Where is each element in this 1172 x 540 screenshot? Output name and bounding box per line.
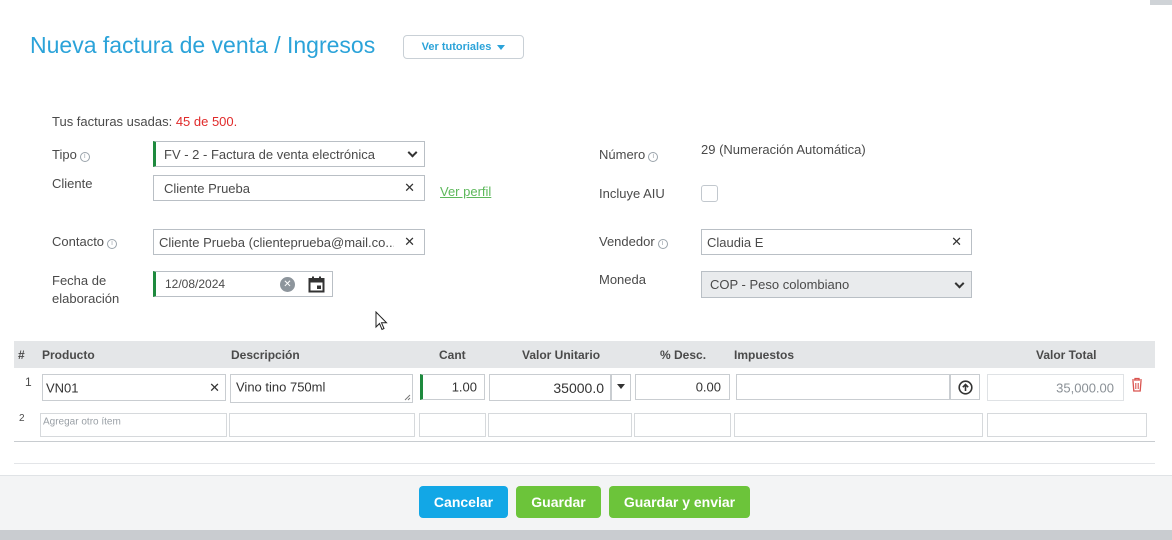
descripcion-value: Vino tino 750ml xyxy=(236,379,326,395)
numero-label-wrap: Número i xyxy=(599,147,659,162)
valor-unitario-value: 35000.0 xyxy=(553,379,604,396)
bottom-scrollbar[interactable] xyxy=(0,530,1172,540)
info-icon: i xyxy=(79,152,90,162)
fecha-label: Fecha de elaboración xyxy=(52,272,119,308)
new-item-descuento[interactable] xyxy=(634,413,731,437)
cliente-label: Cliente xyxy=(52,176,93,191)
col-impuestos: Impuestos xyxy=(734,348,795,362)
clear-icon[interactable]: ✕ xyxy=(404,180,415,196)
impuestos-add-button[interactable] xyxy=(950,374,980,400)
col-descripcion: Descripción xyxy=(231,348,300,362)
descripcion-field[interactable]: Vino tino 750ml xyxy=(230,374,413,403)
cant-value: 1.00 xyxy=(451,379,477,395)
col-producto: Producto xyxy=(42,348,95,362)
col-valor-total: Valor Total xyxy=(1036,348,1097,362)
aiu-checkbox[interactable] xyxy=(701,185,718,202)
row-number: 1 xyxy=(25,375,32,389)
tutorials-label: Ver tutoriales xyxy=(421,41,492,53)
descuento-value: 0.00 xyxy=(695,379,721,395)
tutorials-button[interactable]: Ver tutoriales xyxy=(403,35,524,59)
col-num: # xyxy=(18,348,25,362)
vendedor-field[interactable]: Claudia E ✕ xyxy=(701,229,972,255)
numero-label: Número xyxy=(599,147,646,162)
cliente-field[interactable]: Cliente Prueba ✕ xyxy=(153,175,425,201)
contacto-field[interactable]: Cliente Prueba (clienteprueba@mail.co...… xyxy=(153,229,425,255)
usage-label: Tus facturas usadas: xyxy=(52,114,173,129)
producto-field[interactable]: VN01 ✕ xyxy=(42,374,226,401)
moneda-label: Moneda xyxy=(599,272,646,287)
new-item-valor-total[interactable] xyxy=(987,413,1147,437)
ver-perfil-link[interactable]: Ver perfil xyxy=(440,184,491,199)
contacto-label: Contacto xyxy=(52,234,105,249)
tipo-label: Tipo xyxy=(52,147,77,162)
clear-date-icon[interactable]: ✕ xyxy=(280,277,295,292)
descuento-field[interactable]: 0.00 xyxy=(635,374,730,400)
col-cant: Cant xyxy=(439,348,466,362)
new-item-cant[interactable] xyxy=(419,413,486,437)
col-desc: % Desc. xyxy=(660,348,707,362)
chevron-down-icon xyxy=(954,278,965,289)
info-icon: i xyxy=(657,239,668,249)
valor-unitario-field[interactable]: 35000.0 xyxy=(489,374,611,401)
valor-total-field: 35,000.00 xyxy=(987,374,1124,401)
vendedor-label: Vendedor xyxy=(599,234,655,249)
new-item-valor-unitario[interactable] xyxy=(488,413,632,437)
caret-down-icon xyxy=(617,384,625,389)
contacto-label-wrap: Contacto i xyxy=(52,234,118,249)
save-and-send-button[interactable]: Guardar y enviar xyxy=(609,486,750,518)
new-item-impuestos[interactable] xyxy=(734,413,983,437)
save-button[interactable]: Guardar xyxy=(516,486,601,518)
fecha-label-line2: elaboración xyxy=(52,291,120,306)
invoice-page: Nueva factura de venta / Ingresos Ver tu… xyxy=(0,0,1172,540)
mouse-cursor-icon xyxy=(375,311,388,331)
resize-handle-icon[interactable] xyxy=(404,394,411,401)
table-bottom-border xyxy=(14,441,1155,442)
fecha-value: 12/08/2024 xyxy=(165,277,226,291)
contacto-value: Cliente Prueba (clienteprueba@mail.co... xyxy=(159,234,394,250)
info-icon: i xyxy=(107,239,118,249)
cliente-value: Cliente Prueba xyxy=(164,180,250,196)
vendedor-label-wrap: Vendedor i xyxy=(599,234,668,249)
aiu-label: Incluye AIU xyxy=(599,186,665,201)
cancel-button[interactable]: Cancelar xyxy=(419,486,508,518)
col-valor-unitario: Valor Unitario xyxy=(522,348,601,362)
cant-field[interactable]: 1.00 xyxy=(420,374,485,400)
fecha-label-line1: Fecha de xyxy=(52,273,107,288)
tipo-value: FV - 2 - Factura de venta electrónica xyxy=(164,146,375,162)
scrollbar-corner xyxy=(1150,0,1172,5)
moneda-select[interactable]: COP - Peso colombiano xyxy=(701,271,972,298)
tipo-select[interactable]: FV - 2 - Factura de venta electrónica xyxy=(153,141,425,167)
price-list-dropdown[interactable] xyxy=(611,374,631,401)
arrow-up-circle-icon xyxy=(958,380,973,395)
row-number: 2 xyxy=(19,413,25,424)
info-icon: i xyxy=(648,152,659,162)
fecha-field[interactable]: 12/08/2024 ✕ xyxy=(153,271,333,297)
valor-total-value: 35,000.00 xyxy=(1056,380,1114,395)
caret-down-icon xyxy=(497,44,506,50)
numero-value: 29 (Numeración Automática) xyxy=(701,142,866,157)
clear-icon[interactable]: ✕ xyxy=(209,380,220,396)
clear-icon[interactable]: ✕ xyxy=(951,234,962,250)
chevron-down-icon xyxy=(407,147,418,158)
tipo-label-wrap: Tipo i xyxy=(52,147,90,162)
new-item-producto[interactable]: Agregar otro ítem xyxy=(40,413,227,437)
producto-value: VN01 xyxy=(46,380,79,395)
section-divider xyxy=(14,463,1155,464)
clear-icon[interactable]: ✕ xyxy=(404,234,415,250)
new-item-placeholder: Agregar otro ítem xyxy=(43,416,121,428)
items-table-header: # Producto Descripción Cant Valor Unitar… xyxy=(14,341,1155,368)
vendedor-value: Claudia E xyxy=(707,234,764,250)
impuestos-field[interactable] xyxy=(736,374,950,400)
usage-value: 45 de 500. xyxy=(175,114,238,129)
new-item-descripcion[interactable] xyxy=(229,413,415,437)
trash-icon[interactable] xyxy=(1131,377,1143,392)
calendar-icon[interactable] xyxy=(308,276,325,293)
usage-text: Tus facturas usadas: 45 de 500. xyxy=(52,114,237,129)
moneda-value: COP - Peso colombiano xyxy=(710,277,850,292)
page-title: Nueva factura de venta / Ingresos xyxy=(30,32,376,58)
